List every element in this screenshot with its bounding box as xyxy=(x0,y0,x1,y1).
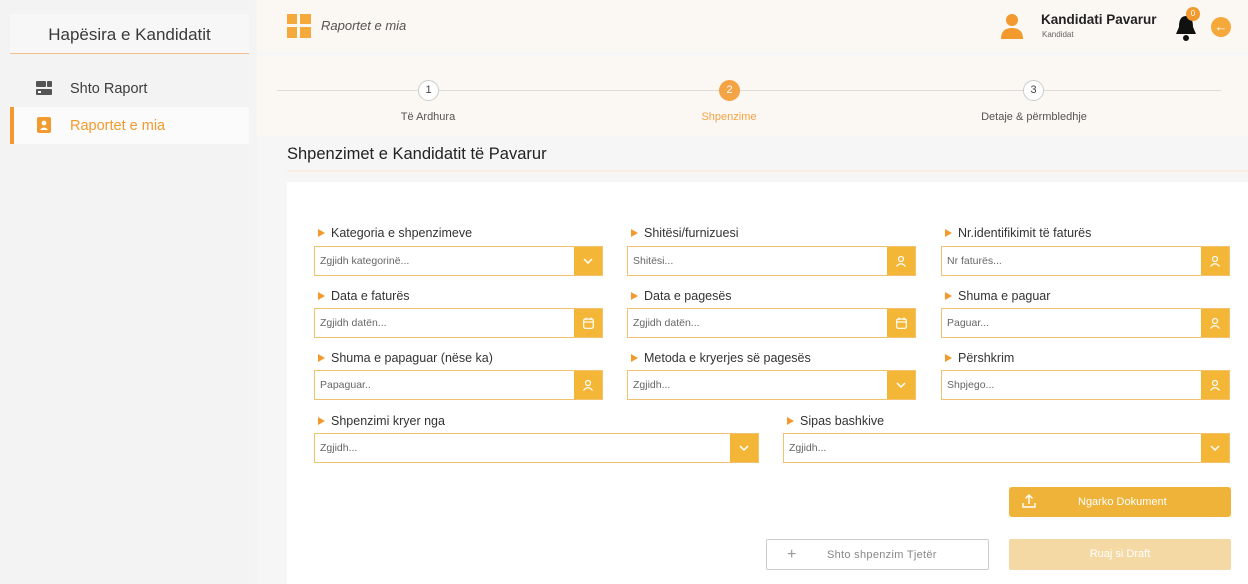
chevron-down-icon[interactable] xyxy=(1201,434,1229,462)
step-1-label: Të Ardhura xyxy=(400,111,456,123)
vendor-input[interactable]: Shitësi... xyxy=(627,246,916,276)
notification-badge: 0 xyxy=(1186,7,1200,21)
field-label: Data e faturës xyxy=(318,289,410,303)
caret-right-icon xyxy=(945,229,952,237)
add-expense-button[interactable]: + Shto shpenzim Tjetër xyxy=(766,539,989,570)
stepper: 1 Të Ardhura 2 Shpenzime 3 Detaje & përm… xyxy=(257,56,1248,136)
dashboard-logo-icon xyxy=(287,14,311,38)
field-label: Sipas bashkive xyxy=(787,414,884,428)
field-label: Përshkrim xyxy=(945,351,1014,365)
payment-method-select[interactable]: Zgjidh... xyxy=(627,370,916,400)
page-title: Shpenzimet e Kandidatit të Pavarur xyxy=(287,145,547,163)
field-label: Shuma e paguar xyxy=(945,289,1050,303)
caret-right-icon xyxy=(318,229,325,237)
step-3-circle[interactable]: 3 xyxy=(1023,80,1044,101)
payment-date-input[interactable]: Zgjidh datën... xyxy=(627,308,916,338)
sidebar-item-shto-raport[interactable]: Shto Raport xyxy=(10,70,249,107)
field-label: Shuma e papaguar (nëse ka) xyxy=(318,351,493,365)
user-name: Kandidati Pavarur xyxy=(1041,12,1157,27)
field-label: Nr.identifikimit të faturës xyxy=(945,226,1091,240)
caret-right-icon xyxy=(318,292,325,300)
user-icon[interactable] xyxy=(574,371,602,399)
description-input[interactable]: Shpjego... xyxy=(941,370,1230,400)
add-report-icon xyxy=(36,81,52,95)
breadcrumb: Raportet e mia xyxy=(321,18,407,33)
caret-right-icon xyxy=(318,417,325,425)
step-1-circle[interactable]: 1 xyxy=(418,80,439,101)
user-icon[interactable] xyxy=(1201,371,1229,399)
caret-right-icon xyxy=(945,354,952,362)
chevron-down-icon[interactable] xyxy=(730,434,758,462)
sidebar-item-label: Raportet e mia xyxy=(70,117,166,134)
calendar-icon[interactable] xyxy=(574,309,602,337)
upload-document-button[interactable]: Ngarko Dokument xyxy=(1009,487,1231,517)
caret-right-icon xyxy=(631,354,638,362)
chevron-down-icon[interactable] xyxy=(887,371,915,399)
expense-category-select[interactable]: Zgjidh kategorinë... xyxy=(314,246,603,276)
main-content: Raportet e mia Kandidati Pavarur Kandida… xyxy=(257,0,1248,584)
field-label: Shpenzimi kryer nga xyxy=(318,414,445,428)
user-icon[interactable] xyxy=(887,247,915,275)
user-icon[interactable] xyxy=(1201,309,1229,337)
caret-right-icon xyxy=(945,292,952,300)
section-divider xyxy=(287,170,1248,172)
user-avatar-icon[interactable] xyxy=(1001,13,1023,39)
sidebar-item-raportet-e-mia[interactable]: Raportet e mia xyxy=(10,107,249,144)
field-label: Metoda e kryerjes së pagesës xyxy=(631,351,811,365)
plus-icon: + xyxy=(787,546,797,563)
save-draft-button[interactable]: Ruaj si Draft xyxy=(1009,539,1231,570)
add-expense-label: Shto shpenzim Tjetër xyxy=(827,549,937,561)
upload-document-label: Ngarko Dokument xyxy=(1078,496,1167,508)
upload-icon xyxy=(1022,494,1036,508)
invoice-date-input[interactable]: Zgjidh datën... xyxy=(314,308,603,338)
field-label: Kategoria e shpenzimeve xyxy=(318,226,472,240)
sidebar-item-label: Shto Raport xyxy=(70,80,148,97)
calendar-icon[interactable] xyxy=(887,309,915,337)
step-3-label: Detaje & përmbledhje xyxy=(981,111,1087,123)
chevron-down-icon[interactable] xyxy=(574,247,602,275)
sidebar-title: Hapësira e Kandidatit xyxy=(10,14,249,54)
logout-icon[interactable]: ← xyxy=(1211,17,1231,37)
field-label: Shitësi/furnizuesi xyxy=(631,226,739,240)
caret-right-icon xyxy=(318,354,325,362)
municipality-select[interactable]: Zgjidh... xyxy=(783,433,1230,463)
caret-right-icon xyxy=(787,417,794,425)
user-role: Kandidat xyxy=(1042,30,1074,39)
invoice-number-input[interactable]: Nr faturës... xyxy=(941,246,1230,276)
step-2-label: Shpenzime xyxy=(701,111,757,123)
reports-icon xyxy=(37,117,51,133)
expense-made-by-select[interactable]: Zgjidh... xyxy=(314,433,759,463)
field-label: Data e pagesës xyxy=(631,289,732,303)
amount-paid-input[interactable]: Paguar... xyxy=(941,308,1230,338)
user-icon[interactable] xyxy=(1201,247,1229,275)
amount-unpaid-input[interactable]: Papaguar.. xyxy=(314,370,603,400)
caret-right-icon xyxy=(631,229,638,237)
sidebar: Hapësira e Kandidatit Shto Raport Raport… xyxy=(0,0,249,584)
caret-right-icon xyxy=(631,292,638,300)
top-bar: Raportet e mia Kandidati Pavarur Kandida… xyxy=(257,0,1248,52)
step-2-circle[interactable]: 2 xyxy=(719,80,740,101)
